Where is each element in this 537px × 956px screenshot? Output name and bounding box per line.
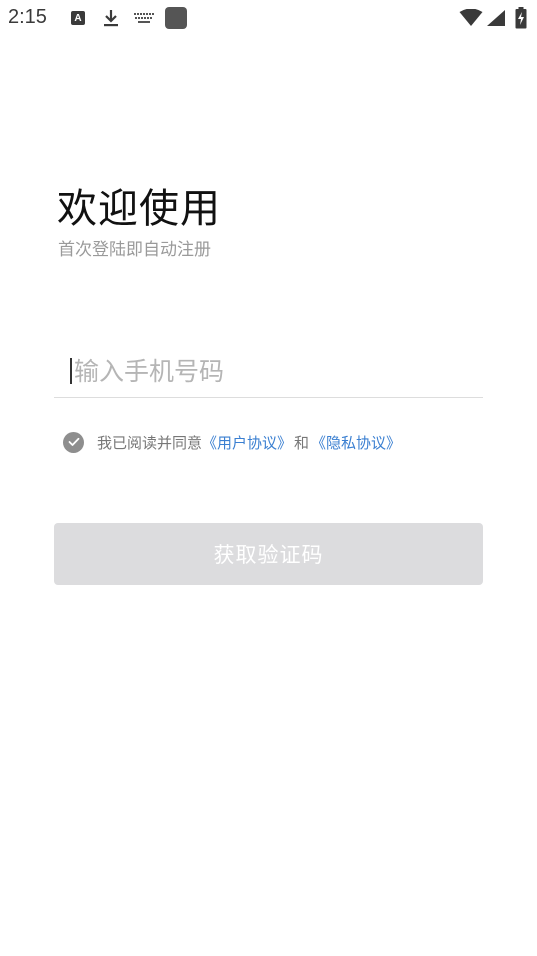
user-agreement-link[interactable]: 《用户协议》 (202, 432, 292, 453)
get-verification-code-button[interactable]: 获取验证码 (54, 523, 483, 585)
a-notification-letter: A (71, 11, 85, 25)
agreement-row: 我已阅读并同意 《用户协议》 和 《隐私协议》 (63, 430, 401, 454)
phone-field[interactable] (54, 345, 483, 398)
status-time: 2:15 (8, 6, 47, 28)
app-square-icon (165, 7, 187, 29)
agreement-prefix: 我已阅读并同意 (97, 433, 203, 452)
phone-number-input[interactable] (70, 351, 474, 391)
check-icon (68, 437, 79, 446)
battery-charging-icon (514, 7, 528, 29)
keyboard-icon (133, 8, 155, 28)
welcome-title: 欢迎使用 (57, 186, 221, 232)
agreement-and: 和 (294, 433, 310, 452)
text-caret (70, 358, 72, 384)
agreement-checkbox[interactable] (63, 431, 84, 453)
privacy-policy-link[interactable]: 《隐私协议》 (311, 432, 401, 453)
welcome-subtitle: 首次登陆即自动注册 (58, 240, 211, 260)
wifi-icon (459, 8, 483, 28)
status-bar: 2:15 A (0, 0, 537, 36)
a-notification-icon: A (70, 8, 86, 28)
signal-icon (486, 8, 506, 28)
download-icon (102, 8, 120, 28)
